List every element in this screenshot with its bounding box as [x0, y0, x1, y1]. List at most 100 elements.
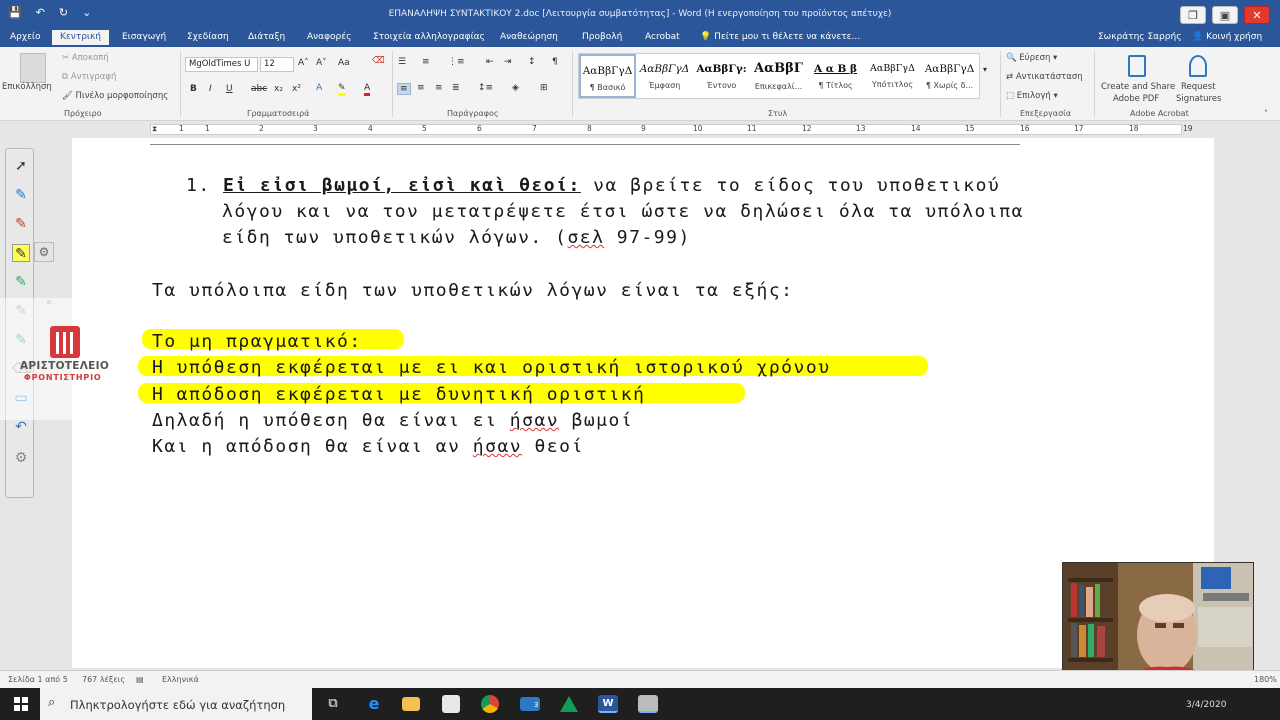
tab-design[interactable]: Σχεδίαση: [187, 32, 229, 42]
store-icon[interactable]: [442, 695, 460, 713]
tab-acrobat[interactable]: Acrobat: [645, 32, 680, 42]
style-heading[interactable]: ΑαΒβΓ Επικεφαλί...: [750, 54, 807, 98]
tab-view[interactable]: Προβολή: [582, 32, 622, 42]
task-view-icon[interactable]: ⧉: [322, 694, 344, 714]
create-share-pdf-button[interactable]: Create and Share: [1101, 82, 1175, 92]
screen-recorder-icon[interactable]: [638, 695, 658, 713]
style-no-spacing[interactable]: ΑαΒβΓγΔ ¶ Χωρίς δ...: [921, 54, 978, 98]
underline-button[interactable]: U: [226, 84, 233, 94]
zoom-level[interactable]: 180%: [1254, 675, 1277, 684]
highlight-color-icon[interactable]: ✎: [338, 83, 346, 96]
font-name-combo[interactable]: MgOldTimes U: [185, 57, 258, 72]
highlighter-icon[interactable]: ✎: [12, 244, 30, 262]
document-page[interactable]: 1. Εἰ εἰσι βωμοί, εἰσὶ καὶ θεοί: να βρεί…: [72, 138, 1214, 668]
tab-layout[interactable]: Διάταξη: [248, 32, 285, 42]
numbered-item-line[interactable]: 1. Εἰ εἰσι βωμοί, εἰσὶ καὶ θεοί: να βρεί…: [186, 175, 1000, 196]
tab-insert[interactable]: Εισαγωγή: [122, 32, 166, 42]
language-indicator[interactable]: Ελληνικά: [162, 675, 199, 684]
style-normal[interactable]: ΑαΒβΓγΔ ¶ Βασικό: [579, 54, 636, 98]
justify-icon[interactable]: ≣: [452, 83, 460, 93]
font-size-combo[interactable]: 12: [260, 57, 294, 72]
bold-button[interactable]: B: [190, 84, 197, 94]
taskbar-search-box[interactable]: ⌕ Πληκτρολογήστε εδώ για αναζήτηση: [40, 688, 312, 720]
sort-icon[interactable]: ↕: [528, 57, 536, 67]
request-signatures-button[interactable]: Request: [1181, 82, 1216, 92]
style-strong[interactable]: ΑαΒβΓγ: Έντονο: [693, 54, 750, 98]
user-name[interactable]: Σωκράτης Σαρρής: [1098, 32, 1181, 42]
align-center-icon[interactable]: ≡: [417, 83, 425, 93]
highlighted-line-protasis[interactable]: Η υπόθεση εκφέρεται με ει και οριστική ι…: [152, 357, 831, 378]
taskbar-date[interactable]: 3/4/2020: [1186, 700, 1226, 710]
select-button[interactable]: ⬚ Επιλογή ▾: [1006, 91, 1058, 101]
decrease-indent-icon[interactable]: ⇤: [486, 57, 494, 67]
red-pen-icon[interactable]: ✎: [12, 215, 30, 233]
example-protasis-line[interactable]: Δηλαδή η υπόθεση θα είναι ει ήσαν βωμοί: [152, 410, 633, 431]
chrome-icon[interactable]: [481, 695, 499, 713]
style-subtitle[interactable]: ΑαΒβΓγΔ Υπότιτλος: [864, 54, 921, 98]
cut-button[interactable]: ✂ Αποκοπή: [62, 53, 109, 63]
align-left-icon[interactable]: ≡: [397, 83, 411, 95]
word-app-icon[interactable]: W: [598, 695, 618, 713]
font-color-icon[interactable]: A: [364, 83, 371, 96]
copy-button[interactable]: ⧉ Αντιγραφή: [62, 72, 116, 82]
horizontal-ruler[interactable]: ⧗ 1 1 2 3 4 5 6 7 8 9 10 11 12 13 14 15 …: [0, 121, 1280, 138]
tab-review[interactable]: Αναθεώρηση: [500, 32, 558, 42]
shading-icon[interactable]: ◈: [512, 83, 519, 93]
ribbon-display-options-button[interactable]: ❐: [1180, 6, 1206, 24]
word-count[interactable]: 767 λέξεις: [82, 675, 125, 684]
collapse-ribbon-icon[interactable]: ˄: [1264, 109, 1268, 118]
pen-icon[interactable]: ✎: [12, 186, 30, 204]
page-count[interactable]: Σελίδα 1 από 5: [8, 675, 68, 684]
tell-me-search[interactable]: 💡 Πείτε μου τι θέλετε να κάνετε...: [700, 32, 860, 42]
strikethrough-icon[interactable]: abc: [251, 84, 267, 94]
highlighted-line-apodosis[interactable]: Η απόδοση εκφέρεται με δυνητική οριστική: [152, 384, 645, 405]
windows-start-icon[interactable]: [14, 697, 28, 711]
camera-icon[interactable]: ▣: [1212, 6, 1238, 24]
undo-stroke-icon[interactable]: ↶: [12, 418, 30, 436]
line-spacing-icon[interactable]: ↕≡: [478, 83, 493, 93]
text-effects-icon[interactable]: A: [316, 83, 322, 93]
find-button[interactable]: 🔍 Εύρεση ▾: [1006, 53, 1057, 63]
example-apodosis-line[interactable]: Και η απόδοση θα είναι αν ήσαν θεοί: [152, 436, 584, 457]
highlighted-line-unreal[interactable]: Το μη πραγματικό:: [152, 331, 362, 352]
close-button[interactable]: ✕: [1244, 6, 1270, 24]
grow-font-icon[interactable]: A˄: [298, 58, 309, 68]
multilevel-list-icon[interactable]: ⋮≡: [448, 57, 465, 67]
pointer-icon[interactable]: ➚: [12, 157, 30, 175]
italic-button[interactable]: I: [209, 84, 212, 94]
settings-icon[interactable]: ⚙: [12, 449, 30, 467]
style-title[interactable]: Α α Β β ¶ Τίτλος: [807, 54, 864, 98]
tab-mailings[interactable]: Στοιχεία αλληλογραφίας: [373, 32, 485, 42]
paste-icon[interactable]: [20, 53, 46, 83]
change-case-icon[interactable]: Aa: [338, 58, 350, 68]
subscript-icon[interactable]: x₂: [274, 84, 283, 94]
item-text-line-3[interactable]: είδη των υποθετικών λόγων. (σελ 97-99): [222, 227, 691, 248]
proofing-icon[interactable]: ▤: [136, 675, 144, 684]
numbering-icon[interactable]: ≡: [422, 57, 430, 67]
tab-home[interactable]: Κεντρική: [52, 30, 109, 45]
item-text-line-2[interactable]: λόγου και να τον μετατρέψετε έτσι ώστε ν…: [222, 201, 1024, 222]
align-right-icon[interactable]: ≡: [435, 83, 443, 93]
gear-icon[interactable]: ⚙: [34, 242, 54, 262]
tab-references[interactable]: Αναφορές: [307, 32, 351, 42]
shrink-font-icon[interactable]: A˅: [316, 58, 327, 68]
mail-icon[interactable]: 3: [520, 697, 540, 711]
styles-more-icon[interactable]: ▾: [983, 65, 987, 74]
show-formatting-icon[interactable]: ¶: [552, 57, 558, 67]
green-pen-icon[interactable]: ✎: [12, 273, 30, 291]
clear-formatting-icon[interactable]: ⌫: [372, 56, 385, 66]
style-emphasis[interactable]: ΑαΒβΓγΔ Έμφαση: [636, 54, 693, 98]
file-explorer-icon[interactable]: [402, 697, 420, 711]
format-painter-button[interactable]: 🖌 Πινέλο μορφοποίησης: [62, 91, 168, 101]
increase-indent-icon[interactable]: ⇥: [504, 57, 512, 67]
edge-browser-icon[interactable]: e: [363, 694, 385, 714]
share-button[interactable]: 👤 Κοινή χρήση: [1192, 32, 1262, 42]
superscript-icon[interactable]: x²: [292, 84, 301, 94]
google-drive-icon[interactable]: [560, 696, 578, 712]
replace-button[interactable]: ⇄ Αντικατάσταση: [1006, 72, 1083, 82]
borders-icon[interactable]: ⊞: [540, 83, 548, 93]
remaining-types-heading[interactable]: Τα υπόλοιπα είδη των υποθετικών λόγων εί…: [152, 280, 794, 301]
ruler-indent-marker[interactable]: ⧗: [152, 124, 157, 134]
bullets-icon[interactable]: ☰: [398, 57, 406, 67]
tab-file[interactable]: Αρχείο: [10, 32, 41, 42]
